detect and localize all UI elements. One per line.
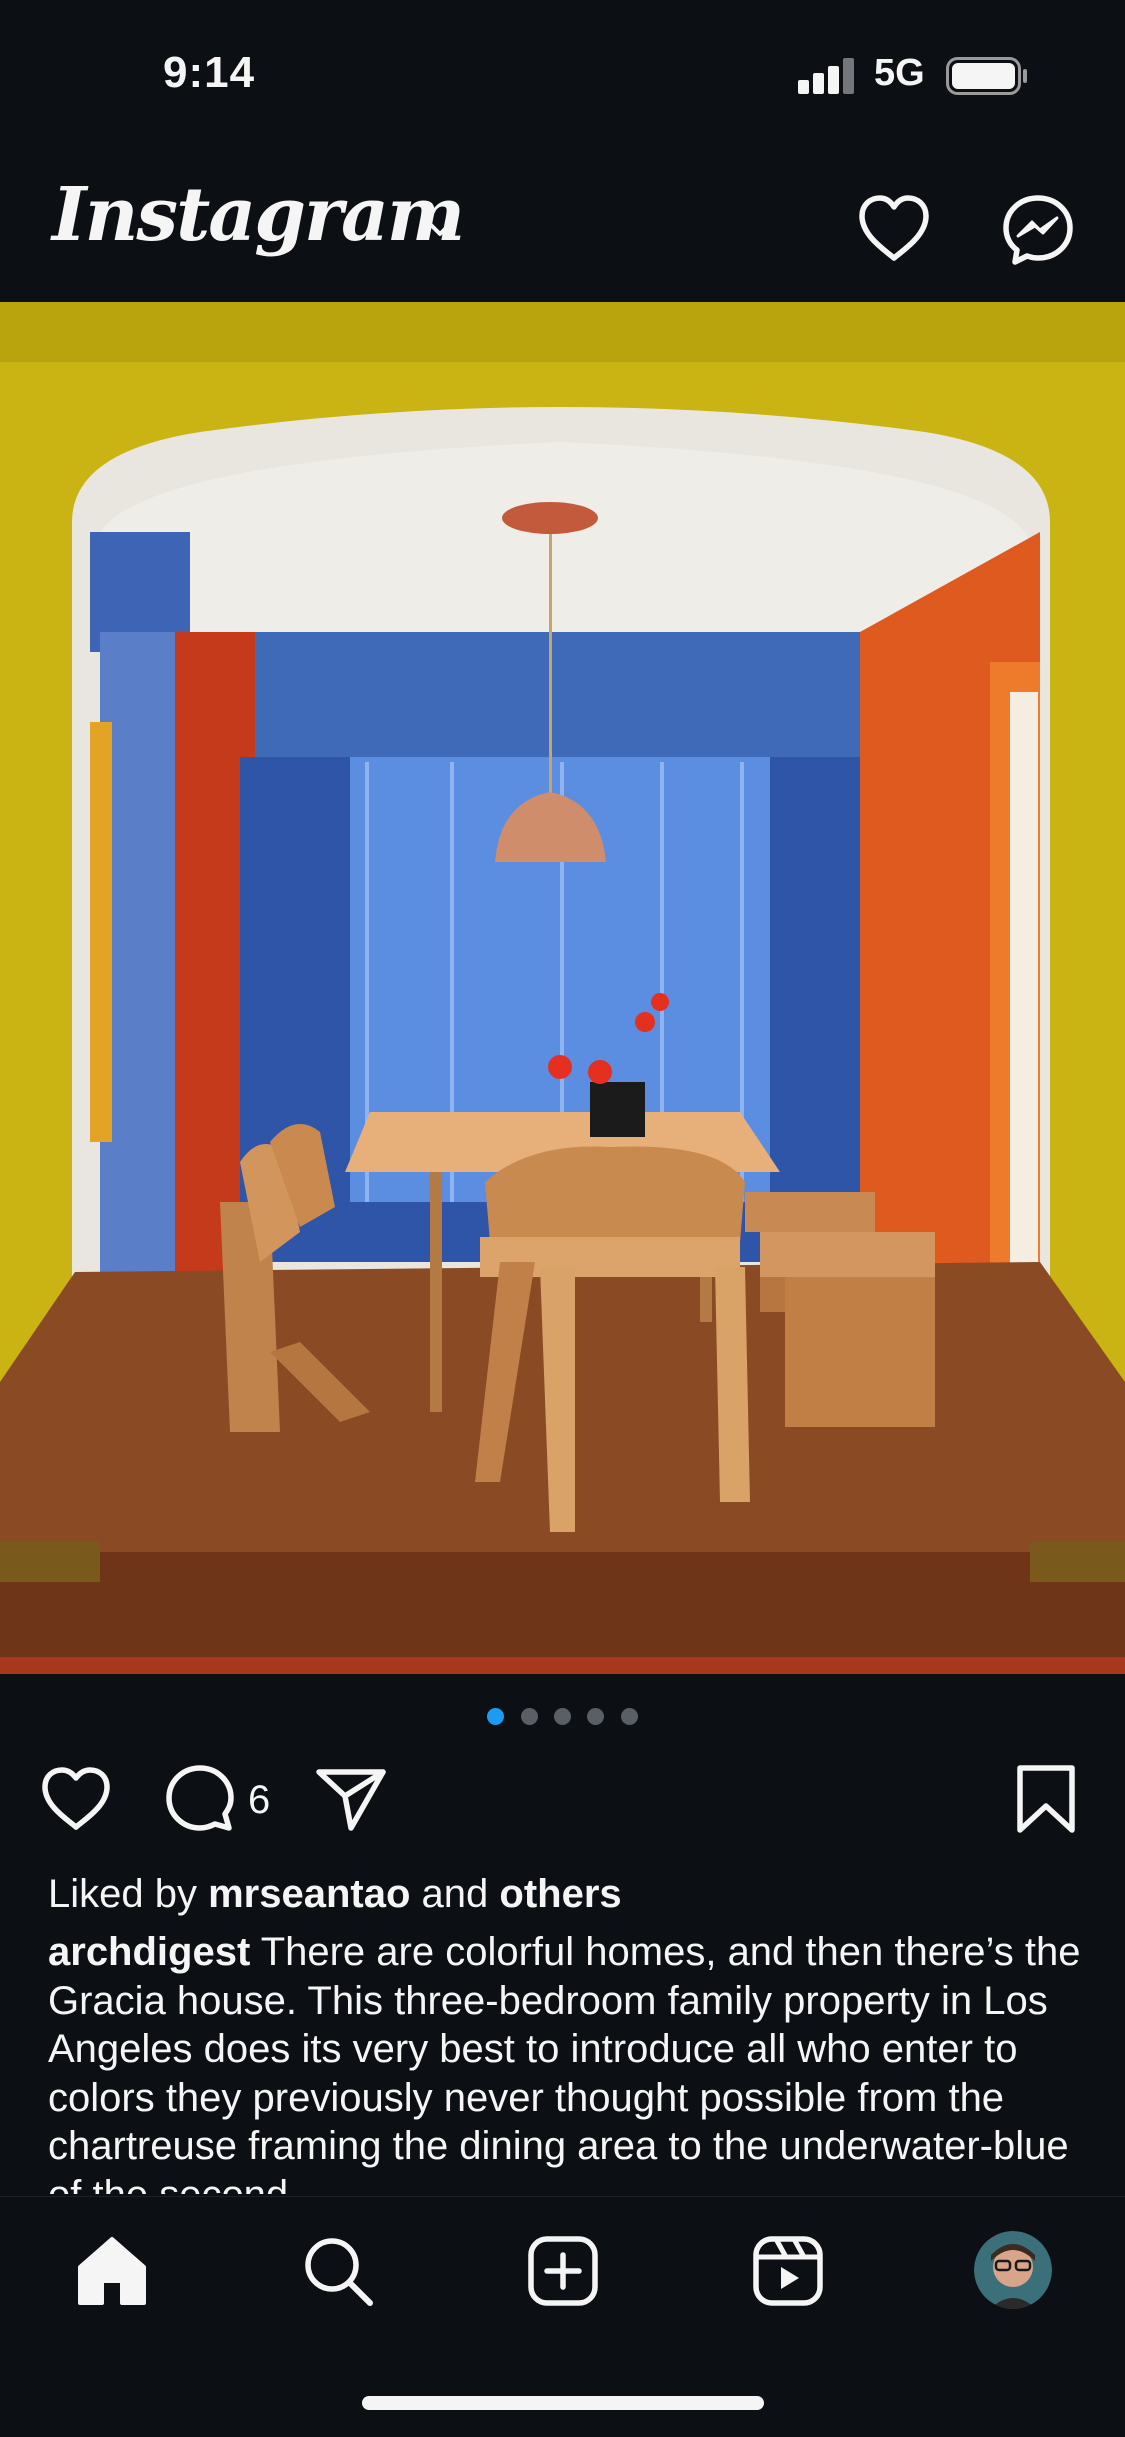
chevron-down-icon[interactable] bbox=[422, 210, 458, 246]
battery-icon bbox=[946, 57, 1027, 95]
post-image[interactable] bbox=[0, 302, 1125, 1674]
status-time: 9:14 bbox=[163, 48, 256, 97]
reels-icon[interactable] bbox=[750, 2233, 826, 2309]
comment-count: 6 bbox=[248, 1778, 271, 1822]
comment-icon[interactable] bbox=[165, 1764, 235, 1834]
likes-text[interactable]: Liked by mrseantao and others bbox=[48, 1872, 622, 1917]
network-label: 5G bbox=[874, 52, 925, 94]
app-header: Instagram bbox=[0, 150, 1125, 302]
bookmark-icon[interactable] bbox=[1014, 1764, 1078, 1834]
profile-avatar[interactable] bbox=[974, 2231, 1052, 2309]
home-icon[interactable] bbox=[74, 2233, 150, 2309]
carousel-dots bbox=[0, 1708, 1125, 1728]
signal-icon bbox=[798, 58, 854, 94]
caption-username[interactable]: archdigest bbox=[48, 1930, 250, 1974]
share-icon[interactable] bbox=[315, 1766, 387, 1832]
post-photo bbox=[0, 302, 1125, 1674]
liked-by-user[interactable]: mrseantao bbox=[208, 1872, 410, 1916]
carousel-dot bbox=[520, 1708, 538, 1725]
post-caption[interactable]: archdigest There are colorful homes, and… bbox=[48, 1928, 1088, 2194]
carousel-dot bbox=[554, 1708, 571, 1725]
carousel-dot bbox=[587, 1708, 605, 1725]
post-actions: 6 bbox=[0, 1760, 1125, 1840]
instagram-logo[interactable]: Instagram bbox=[52, 172, 465, 258]
create-icon[interactable] bbox=[525, 2233, 601, 2309]
heart-icon[interactable] bbox=[856, 194, 932, 264]
carousel-dot bbox=[620, 1708, 638, 1725]
search-icon[interactable] bbox=[300, 2233, 376, 2309]
status-bar: 9:14 5G bbox=[0, 0, 1125, 150]
likes-others[interactable]: others bbox=[499, 1872, 621, 1916]
like-icon[interactable] bbox=[40, 1766, 112, 1832]
carousel-dot-active bbox=[487, 1708, 505, 1725]
home-indicator bbox=[362, 2396, 764, 2410]
likes-middle: and bbox=[410, 1872, 500, 1916]
likes-prefix: Liked by bbox=[48, 1872, 209, 1916]
messenger-icon[interactable] bbox=[1000, 192, 1076, 268]
